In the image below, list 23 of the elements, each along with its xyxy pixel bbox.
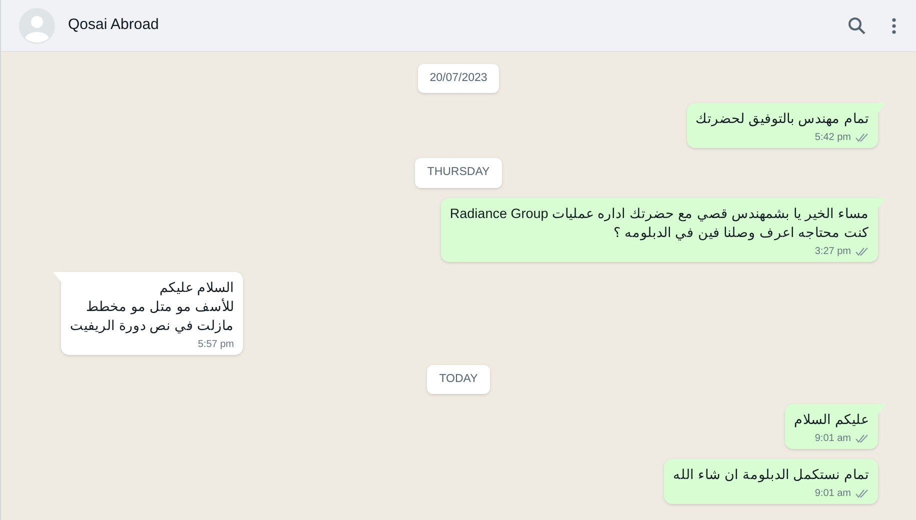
contact-name[interactable]: Qosai Abroad <box>68 14 159 37</box>
message-text: تمام نستكمل الدبلومة ان شاء الله <box>673 466 869 484</box>
message-time: 5:57 pm <box>198 338 234 352</box>
message-text: عليكم السلام <box>794 410 869 429</box>
date-chip: THURSDAY <box>415 158 502 188</box>
message-text: للأسف مو متل مو مخطط <box>86 297 234 316</box>
search-icon[interactable] <box>848 16 866 34</box>
message-time: 3:27 pm <box>814 244 851 258</box>
date-chip: 20/07/2023 <box>418 64 500 94</box>
message-text: السلام عليكم <box>159 278 234 296</box>
message-time: 9:01 am <box>814 432 851 446</box>
message-text: مساء الخير يا بشمهندس قصي مع حضرتك اداره عمليات Radiance Group <box>450 204 869 222</box>
message-text: كنت محتاجه اعرف وصلنا فين في الدبلومه ؟ <box>614 224 869 242</box>
menu-icon[interactable] <box>892 18 896 34</box>
double-check-icon <box>855 246 869 256</box>
message-text: تمام مهندس بالتوفيق لحضرتك <box>696 110 869 128</box>
message-text: مازلت في نص دورة الريفيت <box>70 316 234 334</box>
message-time: 9:01 am <box>814 486 851 501</box>
double-check-icon <box>855 434 869 443</box>
date-chip: TODAY <box>427 364 490 394</box>
message-time: 5:42 pm <box>814 131 851 146</box>
double-check-icon <box>855 133 869 142</box>
double-check-icon <box>855 488 869 498</box>
